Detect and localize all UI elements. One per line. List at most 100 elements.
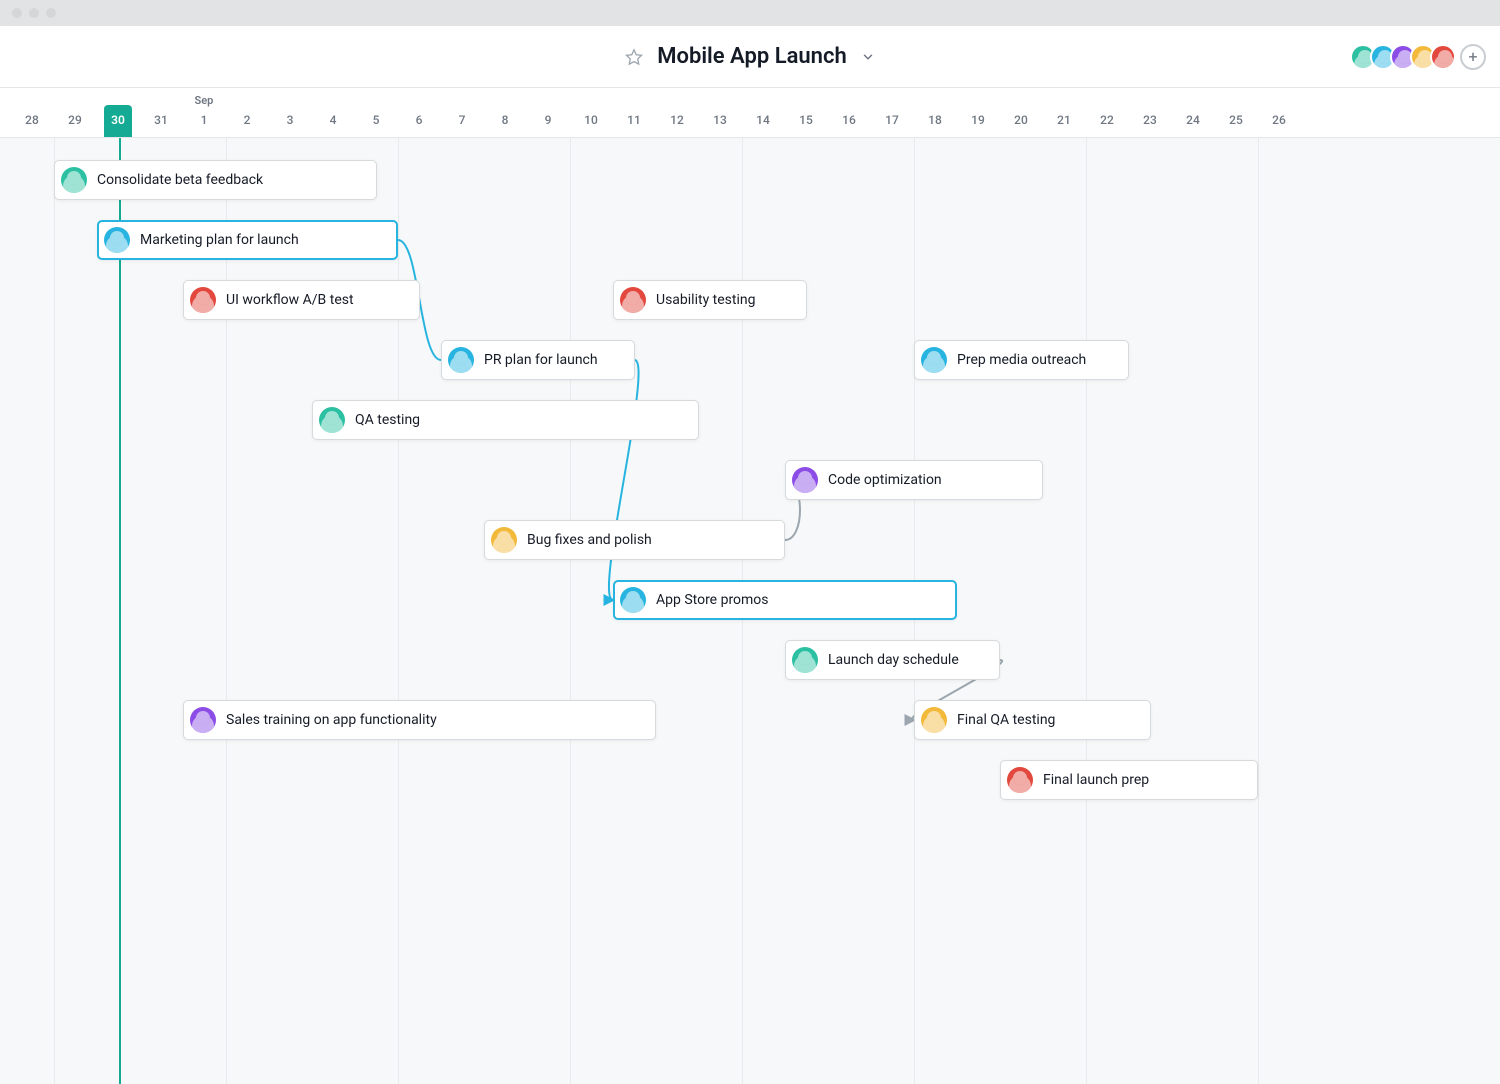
assignee-avatar	[448, 347, 474, 373]
task-label: Usability testing	[656, 292, 755, 308]
day-column: 19	[957, 88, 1000, 137]
task-bar[interactable]: Consolidate beta feedback	[54, 160, 377, 200]
grid-line	[570, 138, 571, 1084]
day-column: 10	[570, 88, 613, 137]
traffic-light-dot	[29, 8, 39, 18]
day-label: 8	[484, 113, 526, 127]
day-column: 4	[312, 88, 355, 137]
day-label: 18	[914, 113, 956, 127]
task-label: PR plan for launch	[484, 352, 598, 368]
timeline: Sep2829303112345678910111213141516171819…	[0, 88, 1500, 1084]
day-column: 28	[11, 88, 54, 137]
task-label: UI workflow A/B test	[226, 292, 354, 308]
day-column: 23	[1129, 88, 1172, 137]
assignee-avatar	[190, 707, 216, 733]
date-axis: Sep2829303112345678910111213141516171819…	[0, 88, 1500, 138]
task-bar[interactable]: Sales training on app functionality	[183, 700, 656, 740]
day-label: 28	[11, 113, 53, 127]
task-bar[interactable]: Prep media outreach	[914, 340, 1129, 380]
day-column: 16	[828, 88, 871, 137]
day-label: 3	[269, 113, 311, 127]
task-bar[interactable]: UI workflow A/B test	[183, 280, 420, 320]
day-column: 31	[140, 88, 183, 137]
day-column: 12	[656, 88, 699, 137]
day-label: 24	[1172, 113, 1214, 127]
member-avatars: +	[1356, 44, 1486, 70]
assignee-avatar	[620, 287, 646, 313]
day-label: 21	[1043, 113, 1085, 127]
task-bar[interactable]: Marketing plan for launch	[97, 220, 398, 260]
task-label: QA testing	[355, 412, 420, 428]
day-column: 29	[54, 88, 97, 137]
task-bar[interactable]: Usability testing	[613, 280, 807, 320]
task-label: Launch day schedule	[828, 652, 959, 668]
day-column: 8	[484, 88, 527, 137]
day-label: 4	[312, 113, 354, 127]
traffic-light-dot	[12, 8, 22, 18]
today-line	[119, 138, 121, 1084]
task-bar[interactable]: Code optimization	[785, 460, 1043, 500]
task-label: Final launch prep	[1043, 772, 1149, 788]
day-label: 12	[656, 113, 698, 127]
day-column: 15	[785, 88, 828, 137]
day-label: 23	[1129, 113, 1171, 127]
day-column: 18	[914, 88, 957, 137]
grid-line	[1086, 138, 1087, 1084]
day-label: 5	[355, 113, 397, 127]
grid-line	[54, 138, 55, 1084]
chevron-down-icon[interactable]	[861, 50, 875, 64]
day-label: 13	[699, 113, 741, 127]
assignee-avatar	[190, 287, 216, 313]
day-column: 3	[269, 88, 312, 137]
day-label: 7	[441, 113, 483, 127]
day-label: 16	[828, 113, 870, 127]
assignee-avatar	[620, 587, 646, 613]
task-bar[interactable]: Final QA testing	[914, 700, 1151, 740]
task-label: Consolidate beta feedback	[97, 172, 263, 188]
day-label: 15	[785, 113, 827, 127]
assignee-avatar	[319, 407, 345, 433]
task-label: Sales training on app functionality	[226, 712, 437, 728]
assignee-avatar	[921, 347, 947, 373]
member-avatar[interactable]	[1430, 44, 1456, 70]
assignee-avatar	[792, 467, 818, 493]
day-label: 1	[183, 113, 225, 127]
day-column: 13	[699, 88, 742, 137]
add-member-button[interactable]: +	[1460, 44, 1486, 70]
day-column: 21	[1043, 88, 1086, 137]
day-label: 19	[957, 113, 999, 127]
task-label: Bug fixes and polish	[527, 532, 652, 548]
task-bar[interactable]: Bug fixes and polish	[484, 520, 785, 560]
assignee-avatar	[491, 527, 517, 553]
task-bar[interactable]: PR plan for launch	[441, 340, 635, 380]
dependency-line	[609, 360, 639, 600]
day-column: 26	[1258, 88, 1301, 137]
day-column: 6	[398, 88, 441, 137]
day-column: 24	[1172, 88, 1215, 137]
today-pill: 30	[104, 105, 132, 137]
star-icon[interactable]	[625, 48, 643, 66]
day-label: 25	[1215, 113, 1257, 127]
day-column: 17	[871, 88, 914, 137]
timeline-grid[interactable]: Consolidate beta feedback Marketing plan …	[0, 138, 1500, 1084]
day-column: 2	[226, 88, 269, 137]
task-bar[interactable]: QA testing	[312, 400, 699, 440]
day-column: 1	[183, 88, 226, 137]
day-label: 2	[226, 113, 268, 127]
day-column: 5	[355, 88, 398, 137]
day-column: 22	[1086, 88, 1129, 137]
task-bar[interactable]: Launch day schedule	[785, 640, 1000, 680]
day-column: 30	[97, 88, 140, 137]
task-label: Marketing plan for launch	[140, 232, 299, 248]
day-column: 11	[613, 88, 656, 137]
day-column: 7	[441, 88, 484, 137]
project-title[interactable]: Mobile App Launch	[657, 44, 846, 69]
day-label: 22	[1086, 113, 1128, 127]
day-label: 26	[1258, 113, 1300, 127]
day-label: 11	[613, 113, 655, 127]
task-label: Code optimization	[828, 472, 942, 488]
task-bar[interactable]: Final launch prep	[1000, 760, 1258, 800]
day-label: 20	[1000, 113, 1042, 127]
grid-line	[1258, 138, 1259, 1084]
task-bar[interactable]: App Store promos	[613, 580, 957, 620]
